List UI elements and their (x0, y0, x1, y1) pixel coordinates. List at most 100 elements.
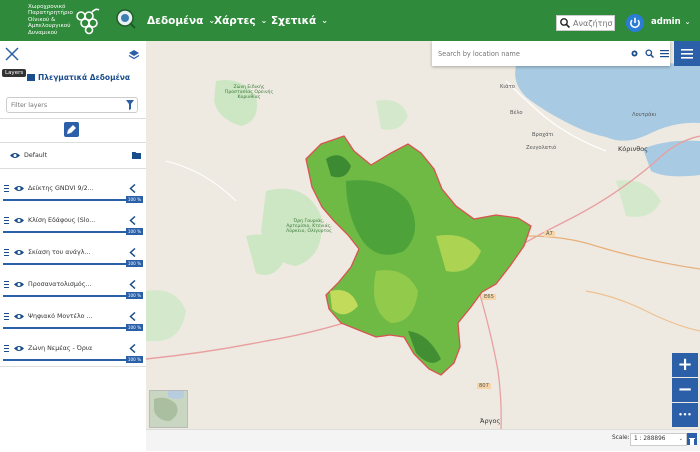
map-label-kiato: Κιάτο (500, 84, 515, 90)
opacity-slider[interactable] (3, 359, 143, 361)
gear-icon[interactable] (630, 49, 639, 58)
map-label-vrachati: Βραχάτι (532, 132, 554, 138)
brush-icon (67, 125, 76, 134)
opacity-badge: 100 % (126, 292, 143, 299)
eye-icon[interactable] (14, 345, 24, 352)
eye-icon[interactable] (14, 217, 24, 224)
layer-label: Κλίση Εδάφους (Slo... (28, 217, 96, 224)
zoom-in-button[interactable]: + (672, 353, 698, 377)
layers-stack-icon[interactable] (128, 49, 140, 61)
zoom-out-button[interactable]: − (672, 378, 698, 402)
chevron-left-icon[interactable] (129, 280, 136, 289)
chevron-left-icon[interactable] (129, 344, 136, 353)
opacity-slider[interactable] (3, 199, 143, 201)
eye-icon[interactable] (14, 313, 24, 320)
opacity-badge: 100 % (126, 356, 143, 363)
menu-button[interactable] (674, 41, 700, 66)
drag-handle-icon[interactable] (4, 281, 9, 288)
layer-item[interactable]: Σκίαση του ανάγλ... 100 % (0, 239, 146, 269)
layer-label: Προσανατολισμός... (28, 281, 92, 288)
map-label-natura1: Ζώνη Ειδικής Προστασίας Ορεινής Κορινθία… (224, 85, 274, 100)
options-icon[interactable] (660, 49, 669, 58)
map-label-korinthos: Κόρινθος (618, 145, 648, 153)
power-icon[interactable] (626, 14, 644, 32)
layers-panel: Layers Πλεγματικά Δεδομένα Default Δείκτ… (0, 41, 147, 450)
layer-item[interactable]: Ψηφιακό Μοντέλο ... 100 % (0, 303, 146, 333)
chevron-left-icon[interactable] (129, 216, 136, 225)
top-navbar: Χωροχρονικό Παρατηρητήριο Οίνικού & Αμπε… (0, 0, 700, 41)
menu-about[interactable]: Σχετικά ⌄ (271, 15, 328, 27)
header-search-input[interactable] (573, 17, 613, 29)
divider (0, 366, 146, 367)
trash-icon (689, 438, 695, 445)
divider (0, 118, 146, 119)
user-menu[interactable]: admin ⌄ (651, 17, 691, 27)
eye-icon[interactable] (14, 281, 24, 288)
layer-item[interactable]: Κλίση Εδάφους (Slo... 100 % (0, 207, 146, 237)
menu-maps[interactable]: Χάρτες ⌄ (214, 15, 267, 27)
menu-data[interactable]: Δεδομένα ⌄ (147, 15, 215, 27)
layer-label: Δείκτης GNDVI 9/2... (28, 185, 94, 192)
divider (0, 142, 146, 143)
overview-minimap[interactable] (149, 390, 188, 428)
header-search[interactable] (556, 15, 615, 31)
more-tools-button[interactable]: ••• (672, 403, 698, 427)
opacity-badge: 100 % (126, 228, 143, 235)
scale-select[interactable]: 1 : 288896 ⌄ (630, 433, 687, 446)
road-label-a7: A7 (544, 231, 555, 237)
layers-tooltip: Layers (2, 69, 27, 77)
opacity-slider[interactable] (3, 327, 143, 329)
scale-label: Scale: (612, 435, 630, 441)
map-label-zevgolatio: Ζευγολατιό (526, 145, 557, 151)
map-label-velo: Βέλο (510, 110, 523, 116)
minimap-thumbnail (150, 391, 187, 427)
filter-layers-input[interactable] (11, 100, 121, 110)
drag-handle-icon[interactable] (4, 217, 9, 224)
observatory-globe-icon (116, 9, 136, 29)
map-canvas[interactable]: Ζώνη Ειδικής Προστασίας Ορεινής Κορινθία… (146, 41, 700, 429)
chevron-left-icon[interactable] (129, 312, 136, 321)
raster-icon (27, 74, 35, 81)
opacity-slider[interactable] (3, 263, 143, 265)
layer-item[interactable]: Ζώνη Νεμέας - Όρια 100 % (0, 335, 146, 365)
layer-label: Σκίαση του ανάγλ... (28, 249, 91, 256)
close-icon[interactable] (5, 47, 19, 61)
chevron-left-icon[interactable] (129, 184, 136, 193)
search-icon[interactable] (645, 49, 654, 58)
search-icon (560, 18, 571, 29)
opacity-badge: 100 % (126, 324, 143, 331)
opacity-slider[interactable] (3, 231, 143, 233)
eye-icon[interactable] (14, 249, 24, 256)
panel-title: Πλεγματικά Δεδομένα (27, 73, 130, 82)
location-search-input[interactable] (438, 48, 618, 59)
trash-button[interactable] (687, 433, 697, 445)
layer-item[interactable]: Προσανατολισμός... 100 % (0, 271, 146, 301)
folder-open-icon[interactable] (132, 152, 141, 159)
filter-layers[interactable] (6, 97, 138, 113)
chevron-down-icon: ⌄ (321, 16, 328, 25)
eye-icon[interactable] (14, 185, 24, 192)
layer-label: Ψηφιακό Μοντέλο ... (28, 313, 93, 320)
drag-handle-icon[interactable] (4, 313, 9, 320)
grape-cluster-icon[interactable] (72, 6, 102, 36)
map-label-argos: Άργος (480, 417, 501, 425)
chevron-left-icon[interactable] (129, 248, 136, 257)
drag-handle-icon[interactable] (4, 249, 9, 256)
opacity-slider[interactable] (3, 295, 143, 297)
road-label-e65: E65 (482, 294, 496, 300)
map-footer: Scale: 1 : 288896 ⌄ (146, 429, 700, 451)
chevron-down-icon: ⌄ (678, 436, 683, 442)
location-search[interactable] (432, 41, 670, 66)
layer-item[interactable]: Δείκτης GNDVI 9/2... 100 % (0, 175, 146, 205)
style-brush-button[interactable] (64, 122, 79, 137)
chevron-down-icon: ⌄ (684, 18, 691, 26)
filter-icon[interactable] (126, 100, 134, 110)
drag-handle-icon[interactable] (4, 345, 9, 352)
hamburger-icon (681, 49, 693, 59)
map-label-natura2: Όρη Γαυριάς, Αρτεμίσιο, Κτενιάς, Λύρκειο… (286, 219, 332, 234)
eye-icon[interactable] (10, 152, 20, 159)
map-label-loutraki: Λουτράκι (632, 112, 657, 118)
divider (0, 168, 146, 169)
drag-handle-icon[interactable] (4, 185, 9, 192)
layer-group-default[interactable]: Default (0, 146, 146, 166)
